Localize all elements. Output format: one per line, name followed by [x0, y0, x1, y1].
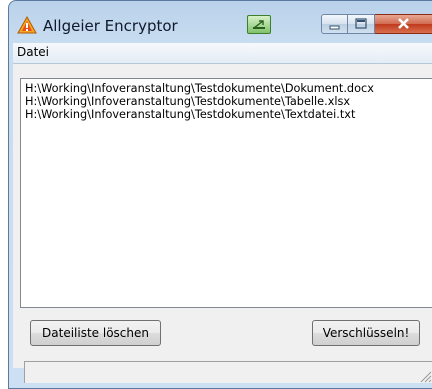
titlebar[interactable]: Allgeier Encryptor: [9, 1, 432, 43]
clear-file-list-button[interactable]: Dateiliste löschen: [30, 320, 161, 346]
menu-item-datei[interactable]: Datei: [17, 45, 49, 59]
list-item[interactable]: H:\Working\Infoveranstaltung\Testdokumen…: [25, 108, 432, 121]
window-resize-icon[interactable]: [247, 15, 271, 34]
menu-bar: Datei: [13, 43, 432, 64]
close-icon: [398, 18, 409, 29]
file-list[interactable]: H:\Working\Infoveranstaltung\Testdokumen…: [20, 78, 432, 308]
resize-grip-icon[interactable]: [418, 369, 432, 383]
close-button[interactable]: [375, 14, 432, 34]
minimize-button[interactable]: [321, 14, 348, 34]
list-item[interactable]: H:\Working\Infoveranstaltung\Testdokumen…: [25, 82, 432, 95]
maximize-icon: [355, 18, 367, 29]
maximize-button[interactable]: [348, 14, 375, 34]
warning-hazard-icon: [17, 15, 37, 34]
minimize-icon: [329, 25, 340, 30]
window-title: Allgeier Encryptor: [43, 17, 178, 35]
status-bar: [24, 361, 432, 383]
encrypt-button[interactable]: Verschlüsseln!: [312, 320, 420, 346]
list-item[interactable]: H:\Working\Infoveranstaltung\Testdokumen…: [25, 95, 432, 108]
